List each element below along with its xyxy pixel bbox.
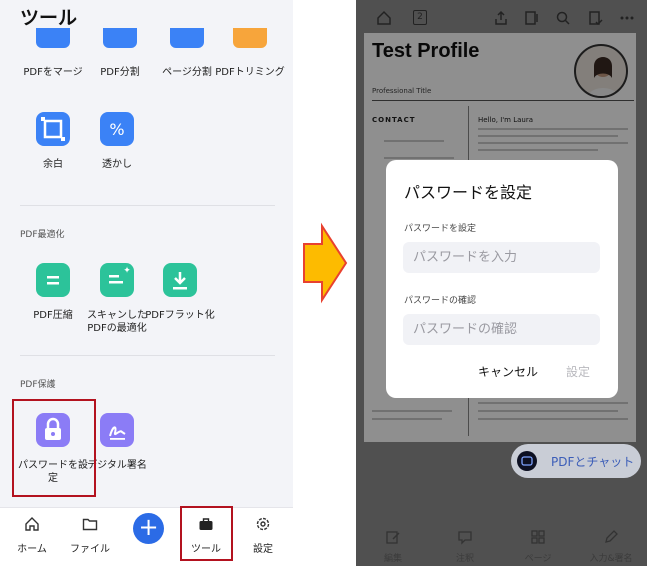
signature-icon (100, 413, 134, 447)
add-button[interactable]: + (133, 513, 164, 544)
nav-files[interactable]: ファイル (60, 516, 120, 555)
tool-split[interactable]: PDF分割 (84, 28, 156, 79)
set-button[interactable]: 設定 (566, 363, 590, 380)
merge-icon (36, 28, 70, 48)
svg-text:%: % (109, 120, 124, 139)
nav-label: ページ (524, 554, 552, 564)
nav-label: 編集 (383, 554, 402, 564)
pen-sign-icon (605, 530, 618, 543)
nav-label: ファイル (70, 544, 110, 555)
tool-label: PDF圧縮 (33, 310, 73, 321)
compress-icon (36, 263, 70, 297)
share-icon[interactable] (493, 10, 509, 26)
tool-label: 透かし (102, 159, 132, 170)
svg-text:✦: ✦ (123, 266, 131, 276)
nav-label: 入力&署名 (589, 554, 633, 564)
tool-label: PDFフラット化 (145, 310, 215, 321)
tool-label: PDF分割 (100, 67, 140, 78)
document-check-icon[interactable] (587, 10, 603, 26)
nav-label: 注釈 (455, 554, 474, 564)
comment-icon (458, 531, 472, 545)
confirm-password-input[interactable] (403, 314, 600, 345)
tool-merge[interactable]: PDFをマージ (17, 28, 89, 79)
tool-compress[interactable]: PDF圧縮 (17, 263, 89, 322)
pages-icon (531, 530, 545, 544)
cancel-button[interactable]: キャンセル (478, 363, 538, 380)
screenshot-composite: ツール PDFをマージ PDF分割 ページ分割 PDFトリミング 余白 % 透か… (0, 0, 650, 566)
folder-icon (82, 518, 98, 531)
gear-icon (256, 517, 270, 531)
section-heading: PDF最適化 (20, 230, 65, 240)
nav-edit[interactable]: 編集 (363, 529, 423, 564)
scan-optimize-icon: ✦ (100, 263, 134, 297)
tool-label: PDFをマージ (23, 67, 83, 78)
nav-home[interactable]: ホーム (2, 516, 62, 555)
nav-label: 設定 (253, 544, 273, 555)
watermark-icon: % (100, 112, 134, 146)
set-password-dialog: パスワードを設定 パスワードを設定 パスワードの確認 キャンセル 設定 (386, 160, 618, 398)
arrow-right-icon (303, 222, 348, 304)
password-input[interactable] (403, 242, 600, 273)
search-icon[interactable] (555, 10, 571, 26)
margin-icon (36, 112, 70, 146)
tool-label: スキャンした PDFの最適化 (87, 310, 147, 334)
tool-page-split[interactable]: ページ分割 (151, 28, 223, 79)
nav-fill-sign[interactable]: 入力&署名 (581, 529, 641, 564)
tool-label: 余白 (43, 159, 63, 170)
edit-icon (386, 531, 400, 544)
page-split-icon (170, 28, 204, 48)
divider (20, 205, 275, 206)
page-title: ツール (20, 7, 78, 29)
section-heading: PDF保護 (20, 380, 56, 390)
tool-watermark[interactable]: % 透かし (81, 112, 153, 171)
dialog-title: パスワードを設定 (404, 183, 533, 202)
flatten-icon (163, 263, 197, 297)
tool-margin[interactable]: 余白 (17, 112, 89, 171)
nav-annotate[interactable]: 注釈 (435, 529, 495, 564)
nav-label: ホーム (17, 544, 47, 555)
highlight-box (12, 399, 96, 497)
tools-screen: ツール PDFをマージ PDF分割 ページ分割 PDFトリミング 余白 % 透か… (0, 0, 293, 566)
crop-icon (233, 28, 267, 48)
ai-chat-icon (517, 451, 537, 471)
home-icon (25, 517, 39, 531)
password-label: パスワードを設定 (404, 224, 477, 234)
highlight-box (180, 506, 233, 561)
nav-pages[interactable]: ページ (508, 529, 568, 564)
chat-label: PDFとチャット (551, 455, 635, 469)
tool-crop[interactable]: PDFトリミング (214, 28, 286, 79)
pdf-viewer-screen: Test Profile Professional Title CONTACT … (356, 0, 647, 566)
nav-settings[interactable]: 設定 (233, 516, 293, 555)
tool-scan-optimize[interactable]: ✦ スキャンした PDFの最適化 (81, 263, 153, 335)
tool-label: PDFトリミング (215, 67, 285, 78)
viewer-bottom-nav: 編集 注釈 ページ 入力&署名 (356, 523, 647, 566)
more-icon[interactable] (619, 10, 635, 26)
split-icon (103, 28, 137, 48)
home-icon[interactable] (376, 10, 392, 26)
tool-flatten[interactable]: PDFフラット化 (144, 263, 216, 322)
tool-label: ページ分割 (162, 67, 212, 78)
confirm-password-label: パスワードの確認 (404, 296, 477, 306)
chat-with-pdf-button[interactable]: PDFとチャット (511, 444, 641, 478)
read-mode-icon[interactable] (524, 10, 540, 26)
divider (20, 355, 275, 356)
page-count-badge[interactable]: 2 (413, 10, 427, 25)
